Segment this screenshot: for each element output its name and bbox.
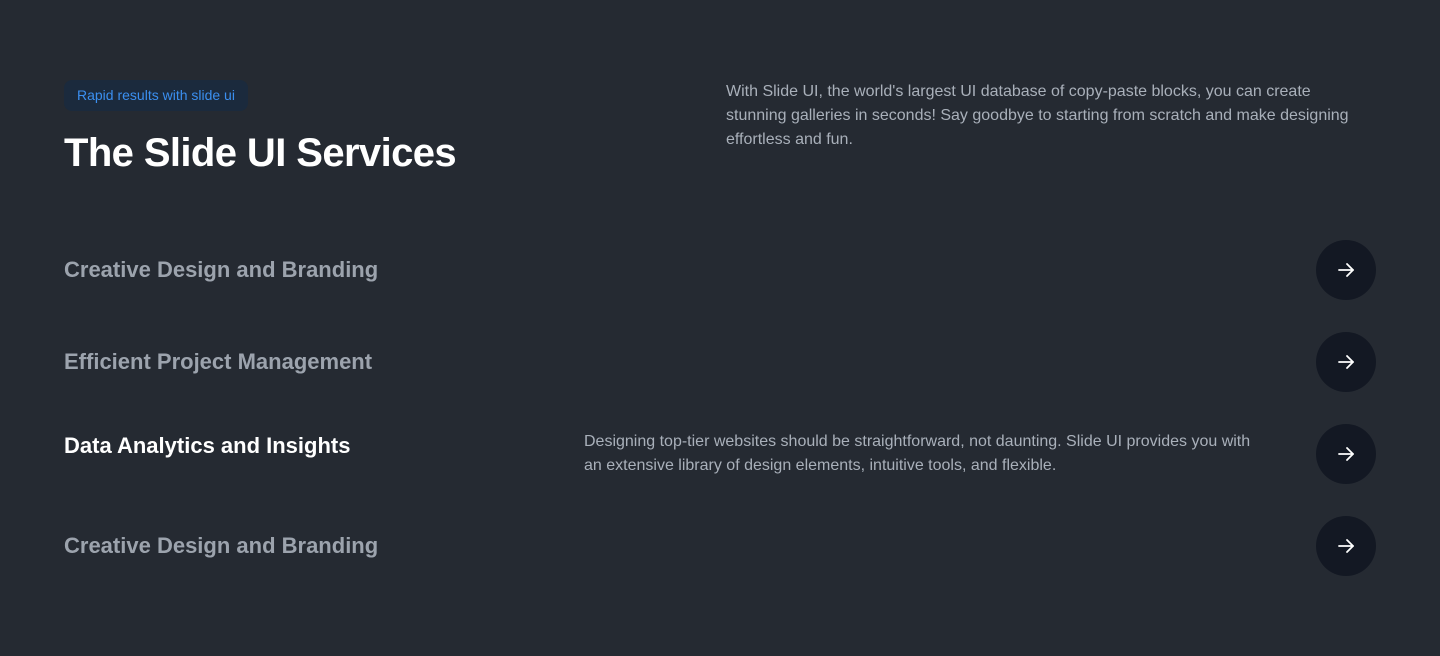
service-arrow-button[interactable] xyxy=(1316,424,1376,484)
service-arrow-button[interactable] xyxy=(1316,240,1376,300)
service-title: Creative Design and Branding xyxy=(64,533,379,558)
service-row-creative-design[interactable]: Creative Design and Branding xyxy=(64,240,1376,300)
service-title: Creative Design and Branding xyxy=(64,257,379,282)
service-title: Efficient Project Management xyxy=(64,349,373,374)
service-arrow-button[interactable] xyxy=(1316,332,1376,392)
service-title: Data Analytics and Insights xyxy=(64,433,351,458)
arrow-right-icon xyxy=(1336,536,1356,556)
service-row-project-management[interactable]: Efficient Project Management xyxy=(64,332,1376,392)
badge: Rapid results with slide ui xyxy=(64,80,248,111)
arrow-right-icon xyxy=(1336,444,1356,464)
service-row-data-analytics[interactable]: Data Analytics and Insights Designing to… xyxy=(64,424,1376,484)
service-arrow-button[interactable] xyxy=(1316,516,1376,576)
arrow-right-icon xyxy=(1336,260,1356,280)
service-row-creative-design-2[interactable]: Creative Design and Branding xyxy=(64,516,1376,576)
service-description: Designing top-tier websites should be st… xyxy=(584,433,1251,474)
intro-text: With Slide UI, the world's largest UI da… xyxy=(726,83,1349,148)
page-title: The Slide UI Services xyxy=(64,131,457,175)
arrow-right-icon xyxy=(1336,352,1356,372)
